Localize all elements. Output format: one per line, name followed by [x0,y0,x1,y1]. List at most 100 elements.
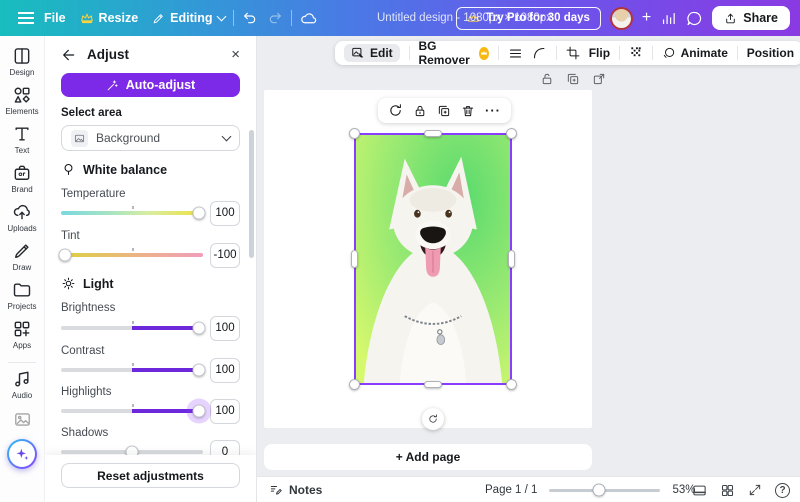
close-icon[interactable]: × [231,46,240,63]
contrast-value[interactable]: 100 [210,358,240,383]
pages-grid-icon[interactable] [720,483,735,498]
resize-handle-right[interactable] [508,250,515,268]
select-area-dropdown[interactable]: Background [61,125,240,151]
brightness-slider[interactable] [61,326,203,330]
auto-adjust-button[interactable]: Auto-adjust [61,73,240,97]
contrast-slider[interactable] [61,368,203,372]
tint-slider[interactable] [61,253,203,257]
fullscreen-icon[interactable] [748,483,762,497]
text-icon [12,124,32,144]
resize-handle-top[interactable] [424,130,442,137]
stroke-weight-icon[interactable] [508,46,523,61]
file-menu[interactable]: File [44,11,66,25]
export-page-icon[interactable] [592,72,606,86]
resize-handle-left[interactable] [351,250,358,268]
select-area-value: Background [96,131,160,145]
sidebar-item-design[interactable]: Design [0,46,45,85]
rotate-handle[interactable] [422,408,444,430]
main-menu-icon[interactable] [18,12,34,24]
temperature-value[interactable]: 100 [210,201,240,226]
resize-handle-top-left[interactable] [349,128,360,139]
highlights-slider-handle[interactable] [192,405,205,418]
tint-value[interactable]: -100 [210,243,240,268]
resize-handle-bottom[interactable] [424,381,442,388]
position-button[interactable]: Position [747,46,794,60]
brightness-value[interactable]: 100 [210,316,240,341]
unlock-page-icon[interactable] [540,72,554,86]
resize-handle-bottom-left[interactable] [349,379,360,390]
adjust-panel: Adjust × Auto-adjust Select area Backgro… [45,36,257,502]
add-member-button[interactable]: + [642,10,651,26]
selected-image[interactable] [354,133,512,385]
sidebar-item-brand[interactable]: Brand [0,163,45,202]
crop-icon[interactable] [566,46,580,60]
highlights-slider[interactable] [61,409,203,413]
replace-cycle-icon[interactable] [388,103,403,118]
tint-slider-handle[interactable] [59,249,72,262]
temperature-slider[interactable] [61,211,203,215]
sidebar-item-apps[interactable]: Apps [0,319,45,358]
back-icon[interactable] [61,47,77,63]
share-button[interactable]: Share [712,6,790,30]
contrast-slider-handle[interactable] [192,364,205,377]
sidebar-item-elements[interactable]: Elements [0,85,45,124]
brightness-slider-handle[interactable] [192,322,205,335]
comments-icon[interactable] [686,10,703,27]
sidebar-item-audio[interactable]: Audio [0,369,45,408]
resize-menu[interactable]: Resize [80,11,139,25]
highlights-slider-row: 100 [61,398,240,424]
editing-mode-menu[interactable]: Editing [152,11,224,25]
duplicate-icon[interactable] [437,104,451,118]
design-title[interactable]: Untitled design - 1080px × 1080px [377,0,552,36]
music-note-icon [12,369,32,389]
white-balance-section-header: White balance [61,162,240,177]
sidebar-item-projects[interactable]: Projects [0,280,45,319]
shadows-slider[interactable] [61,450,203,454]
sidebar-item-text[interactable]: Text [0,124,45,163]
image-thumbnail-icon [71,130,88,147]
grid-view-icon[interactable] [692,483,707,498]
page-actions [540,72,606,86]
edit-button[interactable]: Edit [344,44,400,62]
panel-scrollbar[interactable] [249,130,254,258]
reset-adjustments-button[interactable]: Reset adjustments [61,463,240,488]
lock-icon[interactable] [413,104,427,118]
flip-button[interactable]: Flip [589,46,610,60]
toolbar-divider [619,46,620,60]
highlights-value[interactable]: 100 [210,399,240,424]
sidebar-item-uploads[interactable]: Uploads [0,202,45,241]
shadows-label: Shadows [61,427,240,439]
resize-handle-bottom-right[interactable] [506,379,517,390]
resize-handle-top-right[interactable] [506,128,517,139]
temperature-slider-handle[interactable] [192,207,205,220]
file-menu-label: File [44,11,66,25]
sidebar-item-draw[interactable]: Draw [0,241,45,280]
brightness-slider-row: 100 [61,315,240,341]
toolbar-divider [652,46,653,60]
undo-button[interactable] [242,10,258,26]
bg-remover-button[interactable]: BG Remover [418,39,489,67]
curve-icon[interactable] [532,46,547,61]
animate-label: Animate [681,46,728,60]
transparency-icon[interactable] [629,45,643,62]
help-button[interactable]: ? [775,483,790,498]
editing-mode-label: Editing [170,11,212,25]
duplicate-page-icon[interactable] [566,72,580,86]
temperature-label: Temperature [61,188,240,200]
slider-center-tick [132,363,134,366]
zoom-slider-handle[interactable] [593,484,606,497]
contrast-label: Contrast [61,345,240,357]
notes-button[interactable]: Notes [269,477,322,502]
image-edit-toolbar: Edit BG Remover Flip [335,41,800,65]
panel-footer: Reset adjustments [45,455,256,502]
animate-button[interactable]: Animate [662,46,728,60]
avatar[interactable] [610,7,633,30]
photos-icon[interactable] [13,410,32,429]
redo-button[interactable] [267,10,283,26]
zoom-slider[interactable] [549,489,660,492]
add-page-button[interactable]: + Add page [264,444,592,470]
insights-chart-icon[interactable] [660,10,677,27]
magic-assistant-button[interactable] [7,439,37,469]
delete-trash-icon[interactable] [461,104,475,118]
panel-title: Adjust [87,47,129,62]
